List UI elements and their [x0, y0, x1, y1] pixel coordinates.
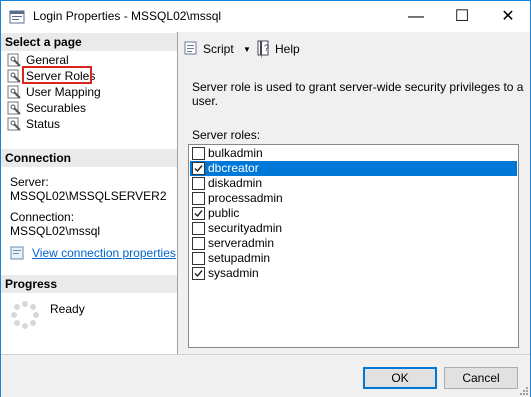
- checkmark-icon: [194, 210, 203, 218]
- login-properties-window: Login Properties - MSSQL02\mssql — ☐ ✕ S…: [0, 0, 531, 397]
- app-icon: [9, 10, 25, 24]
- resize-grip-icon[interactable]: [518, 385, 528, 395]
- progress-status: Ready: [50, 302, 85, 316]
- selected-page-highlight: [22, 66, 92, 84]
- checkmark-icon: [194, 270, 203, 278]
- window-title: Login Properties - MSSQL02\mssql: [33, 9, 222, 23]
- role-row[interactable]: public: [190, 206, 517, 221]
- connection-header: Connection: [1, 149, 177, 167]
- role-name: securityadmin: [208, 221, 283, 235]
- page-label: Securables: [26, 101, 87, 115]
- page-label: Status: [26, 117, 61, 131]
- role-name: public: [208, 206, 240, 220]
- toolbar: Script ▼ ? Help: [178, 32, 530, 66]
- connection-properties-icon: [10, 246, 24, 260]
- page-user-mapping[interactable]: User Mapping: [7, 84, 101, 100]
- server-roles-page: Server role is used to grant server-wide…: [178, 66, 530, 354]
- page-status[interactable]: Status: [7, 116, 60, 132]
- role-row[interactable]: dbcreator: [190, 161, 517, 176]
- role-checkbox[interactable]: [192, 147, 205, 160]
- page-wrench-icon: [7, 69, 21, 83]
- role-row[interactable]: processadmin: [190, 191, 517, 206]
- svg-text:?: ?: [264, 43, 269, 53]
- checkmark-icon: [194, 165, 203, 173]
- role-checkbox[interactable]: [192, 252, 205, 265]
- role-row[interactable]: diskadmin: [190, 176, 517, 191]
- role-checkbox[interactable]: [192, 177, 205, 190]
- script-icon: [184, 41, 197, 55]
- page-wrench-icon: [7, 117, 21, 131]
- view-connection-properties[interactable]: View connection properties: [10, 246, 176, 260]
- role-row[interactable]: setupadmin: [190, 251, 517, 266]
- role-row[interactable]: securityadmin: [190, 221, 517, 236]
- dialog-footer: OK Cancel: [1, 354, 530, 397]
- server-roles-list[interactable]: bulkadmin dbcreator diskadmin processadmin p…: [188, 144, 519, 348]
- page-securables[interactable]: Securables: [7, 100, 86, 116]
- progress-header: Progress: [1, 275, 177, 293]
- role-name: serveradmin: [208, 236, 275, 250]
- role-checkbox[interactable]: [192, 267, 205, 280]
- role-row[interactable]: serveradmin: [190, 236, 517, 251]
- select-page-header: Select a page: [1, 33, 177, 51]
- title-bar[interactable]: Login Properties - MSSQL02\mssql — ☐ ✕: [1, 1, 530, 32]
- help-button[interactable]: ? Help: [256, 40, 300, 58]
- role-name: processadmin: [208, 191, 283, 205]
- page-description: Server role is used to grant server-wide…: [192, 80, 524, 108]
- role-name: diskadmin: [208, 176, 263, 190]
- server-value: MSSQL02\MSSQLSERVER2: [10, 189, 167, 203]
- script-label: Script: [203, 42, 234, 56]
- help-label: Help: [275, 42, 300, 56]
- role-checkbox[interactable]: [192, 192, 205, 205]
- role-checkbox[interactable]: [192, 237, 205, 250]
- close-button[interactable]: ✕: [485, 1, 531, 32]
- server-roles-label: Server roles:: [192, 128, 261, 142]
- ok-button[interactable]: OK: [363, 367, 437, 389]
- page-wrench-icon: [7, 85, 21, 99]
- help-icon: ?: [257, 40, 269, 56]
- page-wrench-icon: [7, 53, 21, 67]
- role-name: bulkadmin: [208, 146, 263, 160]
- role-name: dbcreator: [208, 161, 259, 175]
- script-button[interactable]: Script ▼: [184, 40, 251, 58]
- view-connection-properties-link[interactable]: View connection properties: [32, 246, 176, 260]
- role-name: sysadmin: [208, 266, 259, 280]
- role-row[interactable]: bulkadmin: [190, 146, 517, 161]
- role-name: setupadmin: [208, 251, 271, 265]
- chevron-down-icon[interactable]: ▼: [243, 45, 251, 54]
- role-checkbox[interactable]: [192, 207, 205, 220]
- progress-spinner-icon: [11, 301, 39, 329]
- role-checkbox[interactable]: [192, 162, 205, 175]
- role-row[interactable]: sysadmin: [190, 266, 517, 281]
- role-checkbox[interactable]: [192, 222, 205, 235]
- page-label: User Mapping: [26, 85, 101, 99]
- left-panel: Select a page General Server Roles User …: [1, 32, 178, 354]
- minimize-button[interactable]: —: [393, 1, 439, 32]
- connection-value: MSSQL02\mssql: [10, 224, 101, 238]
- connection-label: Connection:: [10, 210, 75, 224]
- cancel-button[interactable]: Cancel: [444, 367, 518, 389]
- maximize-button[interactable]: ☐: [439, 1, 485, 32]
- server-label: Server:: [10, 175, 49, 189]
- page-wrench-icon: [7, 101, 21, 115]
